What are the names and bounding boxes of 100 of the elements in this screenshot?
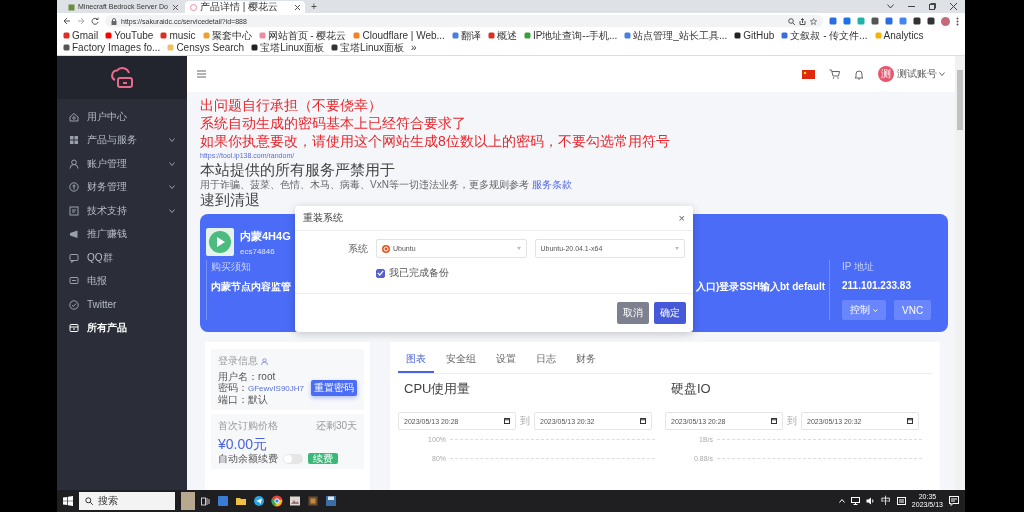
ip-label: IP 地址 <box>842 260 875 274</box>
close-icon[interactable] <box>295 4 300 10</box>
bookmark-link[interactable]: » <box>411 42 417 53</box>
bookmark-link[interactable]: Analytics <box>874 30 924 41</box>
tab[interactable]: 安全组 <box>438 348 484 373</box>
bookmark-link[interactable]: 概述 <box>487 30 517 41</box>
input-method-indicator[interactable]: 中 <box>880 494 891 508</box>
more-menu-icon[interactable] <box>956 16 959 26</box>
remaining-days: 还剩30天 <box>315 419 357 433</box>
tab[interactable]: 设置 <box>488 348 524 373</box>
search-field[interactable]: 搜索 <box>79 492 175 510</box>
task-view-icon[interactable] <box>201 496 211 506</box>
field-label: 密码： <box>218 382 248 393</box>
circle-icon <box>69 299 79 310</box>
calendar-icon <box>771 418 777 424</box>
bookmark-link[interactable]: Factory Images fo... <box>63 42 161 53</box>
chevron-down-icon[interactable] <box>887 4 894 9</box>
zoom-icon[interactable] <box>788 17 795 25</box>
warning-text: 如果你执意要改，请使用这个网站生成8位数以上的密码，不要勾选常用符号 <box>200 132 671 150</box>
minimize-icon[interactable] <box>908 5 915 8</box>
warning-text: 系统自动生成的密码基本上已经符合要求了 <box>200 114 467 132</box>
caret-icon <box>516 247 521 250</box>
checkbox[interactable] <box>376 268 385 278</box>
port-value: 默认 <box>248 394 268 405</box>
bookmark-link[interactable]: 文叙叔 - 传文件... <box>781 30 868 41</box>
bookmark-link[interactable]: GitHub <box>734 30 775 41</box>
confirm-button[interactable]: 确定 <box>654 302 686 324</box>
browser-tab[interactable]: 产品详情 | 樱花云 <box>185 1 305 13</box>
notification-icon[interactable] <box>949 496 959 506</box>
sidebar-item[interactable]: 产品与服务 <box>57 128 187 152</box>
bookmark-link[interactable]: Gmail <box>63 30 99 41</box>
bookmark-link[interactable]: Cloudflare | Web... <box>353 30 445 41</box>
folder-icon[interactable] <box>235 495 247 507</box>
browser-icon[interactable] <box>271 495 283 507</box>
username-value: root <box>258 371 276 382</box>
app-icon[interactable] <box>307 495 319 507</box>
bookmark-link[interactable]: 网站首页 - 樱花云 <box>258 30 347 41</box>
profile-avatar-icon[interactable] <box>941 16 950 26</box>
reload-icon[interactable] <box>91 17 99 25</box>
scrollbar[interactable] <box>955 56 965 490</box>
app-icon[interactable] <box>217 495 229 507</box>
volume-icon[interactable] <box>865 497 875 505</box>
notice-label: 购买须知 <box>211 260 251 274</box>
dialog-title: 重装系统 <box>303 211 344 225</box>
new-tab-button[interactable]: + <box>307 1 321 12</box>
flower-icon <box>190 3 197 11</box>
paper-plane-icon[interactable] <box>253 495 265 507</box>
bookmark-link[interactable]: 站点管理_站长工具... <box>624 30 728 41</box>
bookmark-link[interactable]: YouTube <box>105 30 154 41</box>
back-icon[interactable] <box>63 17 71 25</box>
notice-text: 用于诈骗、菠菜、色情、木马、病毒、VxN等一切违法业务，更多规则参考 服务条款 <box>200 178 573 191</box>
range-separator: 到 <box>787 414 797 428</box>
keyboard-icon[interactable] <box>896 497 906 505</box>
bookmark-link[interactable]: music <box>160 30 196 41</box>
close-icon[interactable] <box>950 3 957 10</box>
bookmark-link[interactable]: 聚套中心 <box>202 30 252 41</box>
sidebar-item[interactable]: 电报 <box>57 269 187 293</box>
windows-logo-icon[interactable] <box>63 496 73 506</box>
account-menu[interactable]: 测试账号 <box>897 67 945 81</box>
share-icon[interactable] <box>799 17 806 25</box>
sidebar-item[interactable]: Twitter <box>57 293 187 317</box>
sidebar-item[interactable]: 财务管理 <box>57 175 187 199</box>
chevron-up-icon[interactable] <box>838 499 845 503</box>
star-icon[interactable] <box>810 17 817 25</box>
reset-password-button[interactable]: 重置密码 <box>311 380 357 396</box>
tab[interactable]: 财务 <box>568 348 604 373</box>
terms-link[interactable]: 服务条款 <box>531 179 572 190</box>
sidebar-item[interactable]: QQ群 <box>57 246 187 270</box>
notice-text: 内蒙节点内容监管 <box>211 280 291 294</box>
close-icon[interactable] <box>173 4 178 10</box>
calendar-icon <box>504 418 510 424</box>
restore-icon[interactable] <box>929 3 936 10</box>
bookmark-link[interactable]: 宝塔Linux面板 <box>251 42 325 53</box>
flag-icon[interactable] <box>802 69 815 79</box>
bookmark-link[interactable]: IP地址查询--手机... <box>523 30 618 41</box>
network-icon[interactable] <box>850 497 860 505</box>
range-separator: 到 <box>520 414 530 428</box>
bell-icon[interactable] <box>854 68 864 80</box>
image-placeholder <box>181 492 195 510</box>
bookmark-link[interactable]: 宝塔Linux面板 <box>331 42 404 53</box>
sidebar-item[interactable]: 账户管理 <box>57 152 187 176</box>
box-icon <box>69 323 79 334</box>
close-button[interactable]: × <box>678 212 685 224</box>
sidebar-item[interactable]: 用户中心 <box>57 105 187 129</box>
toggle-switch[interactable] <box>283 453 303 464</box>
sidebar-item[interactable]: 技术支持 <box>57 199 187 223</box>
chevron-down-icon <box>169 208 175 213</box>
bookmark-link[interactable]: Censys Search <box>167 42 245 53</box>
cart-icon[interactable] <box>829 69 840 79</box>
bookmark-link[interactable]: 翻译 <box>451 30 481 41</box>
image-icon[interactable] <box>289 495 301 507</box>
cancel-button[interactable]: 取消 <box>617 302 649 324</box>
bookmark-icon <box>624 32 632 39</box>
sidebar-item[interactable]: 所有产品 <box>57 316 187 340</box>
tab[interactable]: 日志 <box>528 348 564 373</box>
save-icon[interactable] <box>325 495 337 507</box>
tab[interactable]: 图表 <box>398 348 434 373</box>
chevron-down-icon <box>169 138 175 143</box>
user-avatar[interactable]: 测 <box>878 66 894 82</box>
sidebar-item[interactable]: 推广赚钱 <box>57 222 187 246</box>
